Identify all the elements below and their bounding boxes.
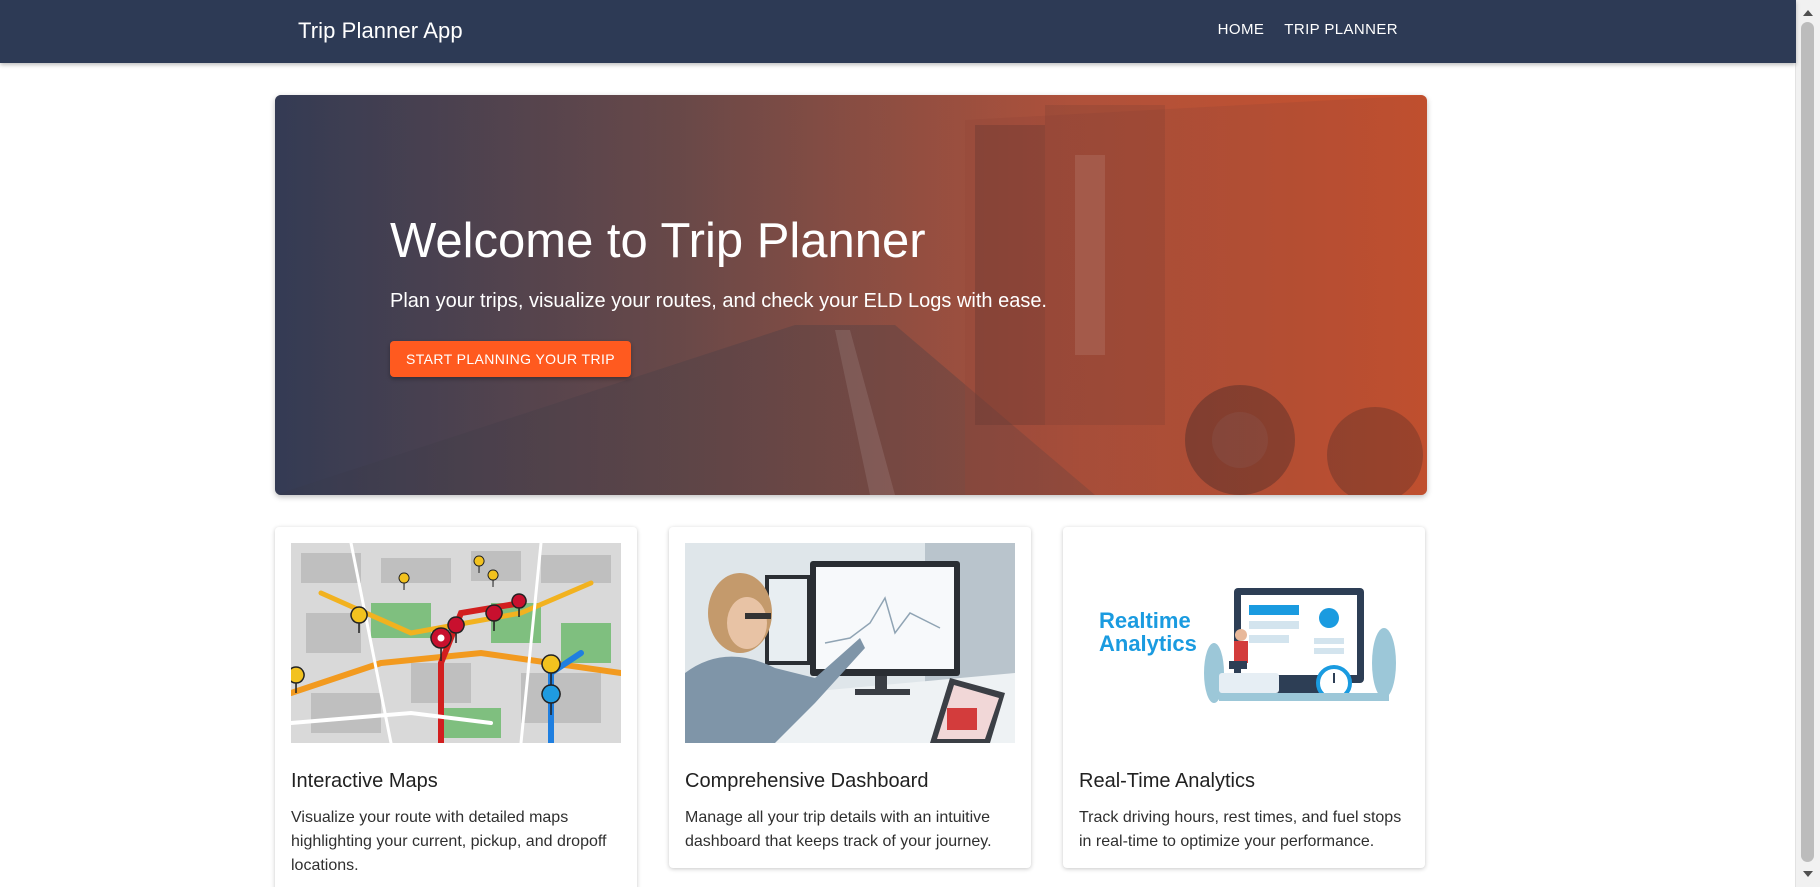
nav-trip-planner-link[interactable]: TRIP PLANNER [1284, 21, 1398, 38]
card-title: Real-Time Analytics [1079, 770, 1255, 792]
scroll-thumb[interactable] [1801, 22, 1814, 862]
start-planning-button[interactable]: START PLANNING YOUR TRIP [390, 341, 632, 377]
analytics-image-text-1: Realtime [1099, 608, 1191, 633]
page: Trip Planner App HOME TRIP PLANNER Welco… [0, 0, 1820, 887]
top-nav: HOME TRIP PLANNER [1218, 21, 1398, 38]
card-title: Comprehensive Dashboard [685, 770, 929, 792]
hero-title: Welcome to Trip Planner [390, 214, 926, 268]
card-description: Manage all your trip details with an int… [685, 809, 992, 850]
analytics-image-text-2: Analytics [1099, 631, 1197, 656]
app-title[interactable]: Trip Planner App [298, 18, 463, 44]
card-description: Track driving hours, rest times, and fue… [1079, 809, 1402, 850]
vertical-scrollbar[interactable] [1795, 0, 1820, 887]
nav-home-link[interactable]: HOME [1218, 21, 1265, 38]
feature-card-analytics: Realtime Analytics Real-Time Analytics T… [1063, 527, 1425, 868]
analytics-illustration: Realtime Analytics [1079, 543, 1409, 743]
card-title: Interactive Maps [291, 770, 438, 792]
app-bar: Trip Planner App HOME TRIP PLANNER [0, 0, 1796, 63]
scroll-up-arrow-icon[interactable] [1803, 10, 1813, 16]
feature-card-maps: Interactive Maps Visualize your route wi… [275, 527, 637, 887]
dashboard-photo [685, 543, 1015, 743]
hero-banner: Welcome to Trip Planner Plan your trips,… [275, 95, 1427, 495]
feature-card-dashboard: Comprehensive Dashboard Manage all your … [669, 527, 1031, 868]
maps-illustration [291, 543, 621, 743]
hero-subtitle: Plan your trips, visualize your routes, … [390, 290, 1047, 312]
scroll-down-arrow-icon[interactable] [1803, 871, 1813, 877]
card-description: Visualize your route with detailed maps … [291, 809, 607, 874]
